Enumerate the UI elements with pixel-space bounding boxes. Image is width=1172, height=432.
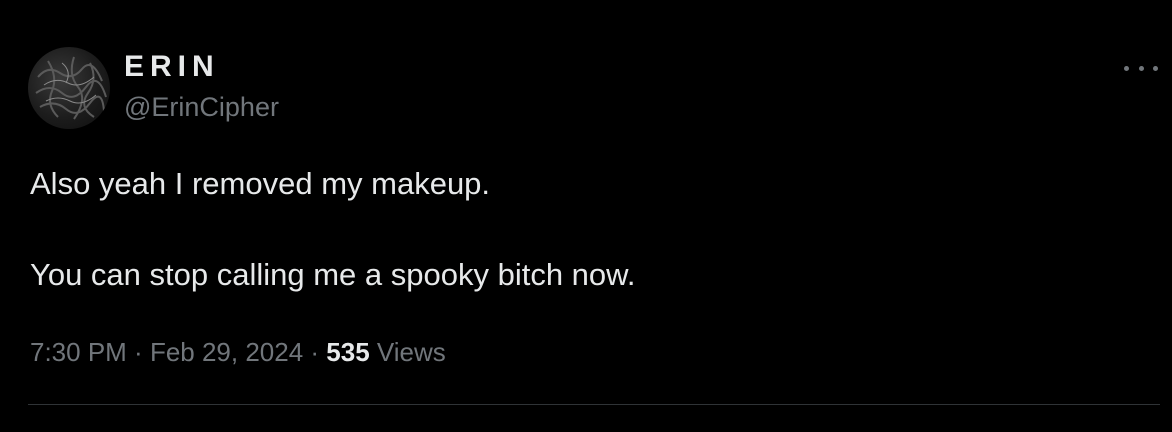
views-label: Views: [369, 337, 446, 367]
more-options-icon[interactable]: [1124, 58, 1158, 78]
tweet-text-line: Also yeah I removed my makeup.: [30, 166, 491, 201]
views-count: 535: [326, 337, 370, 367]
tweet-date[interactable]: Feb 29, 2024: [150, 337, 303, 367]
avatar-image: [35, 56, 107, 120]
dot: [1138, 65, 1144, 71]
separator: ·: [303, 337, 327, 367]
tweet-card: ERIN @ErinCipher Also yeah I removed my …: [0, 0, 1172, 432]
divider: [28, 404, 1160, 405]
tweet-time[interactable]: 7:30 PM: [30, 337, 127, 367]
user-handle[interactable]: @ErinCipher: [124, 91, 279, 123]
display-name[interactable]: ERIN: [124, 50, 220, 84]
dot: [1153, 65, 1158, 71]
avatar[interactable]: [28, 47, 110, 129]
separator: ·: [126, 337, 150, 367]
dot: [1124, 65, 1129, 71]
tweet-metadata: 7:30 PM · Feb 29, 2024 · 535 Views: [30, 335, 446, 369]
tweet-text-line: You can stop calling me a spooky bitch n…: [30, 257, 636, 292]
